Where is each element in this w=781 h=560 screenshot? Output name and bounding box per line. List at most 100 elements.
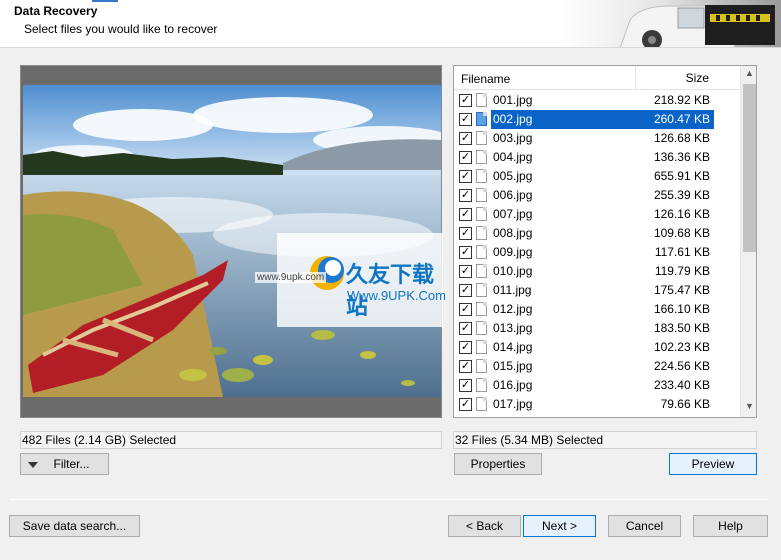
image-file-icon [476,150,487,164]
file-checkbox[interactable]: ✓ [459,151,472,164]
file-name: 007.jpg [493,207,533,221]
file-list-scrollbar[interactable]: ▲ ▼ [740,66,756,417]
properties-button[interactable]: Properties [454,453,542,475]
file-size: 166.10 KB [653,302,710,316]
file-list-row[interactable]: ✓ 014.jpg 102.23 KB [454,338,740,357]
file-list-row[interactable]: ✓ 006.jpg 255.39 KB [454,186,740,205]
file-size: 79.66 KB [660,397,710,411]
file-size: 233.40 KB [653,378,710,392]
file-list-row[interactable]: ✓ 013.jpg 183.50 KB [454,319,740,338]
file-checkbox[interactable]: ✓ [459,113,472,126]
image-file-icon [476,188,487,202]
file-checkbox[interactable]: ✓ [459,360,472,373]
image-file-icon [476,169,487,183]
filter-button[interactable]: Filter... [20,453,109,475]
file-checkbox[interactable]: ✓ [459,341,472,354]
file-name: 006.jpg [493,188,533,202]
file-name: 008.jpg [493,226,533,240]
file-list-row[interactable]: ✓ 004.jpg 136.36 KB [454,148,740,167]
scroll-up-arrow-icon[interactable]: ▲ [741,68,756,82]
cancel-button[interactable]: Cancel [608,515,681,537]
file-size: 260.47 KB [653,112,710,126]
total-selection-status: 482 Files (2.14 GB) Selected [20,431,442,449]
column-header-filename[interactable]: Filename [461,72,510,86]
file-checkbox[interactable]: ✓ [459,303,472,316]
file-list-row[interactable]: ✓ 001.jpg 218.92 KB [454,91,740,110]
back-button[interactable]: < Back [448,515,521,537]
file-checkbox[interactable]: ✓ [459,398,472,411]
watermark-url: Www.9UPK.Com [347,288,446,303]
file-size: 224.56 KB [653,359,710,373]
file-list-row[interactable]: ✓ 011.jpg 175.47 KB [454,281,740,300]
file-rows: ✓ 001.jpg 218.92 KB ✓ 002.jpg 260.47 KB ✓ 003.j… [454,91,740,414]
file-size: 102.23 KB [653,340,710,354]
image-file-icon [476,264,487,278]
file-size: 255.39 KB [653,188,710,202]
header-tab-indicator [92,0,118,2]
file-checkbox[interactable]: ✓ [459,265,472,278]
scroll-down-arrow-icon[interactable]: ▼ [741,401,756,415]
file-size: 119.79 KB [654,264,710,278]
image-file-icon [476,226,487,240]
help-button[interactable]: Help [693,515,768,537]
image-file-icon [476,283,487,297]
file-size: 109.68 KB [653,226,710,240]
file-list-row[interactable]: ✓ 015.jpg 224.56 KB [454,357,740,376]
file-checkbox[interactable]: ✓ [459,227,472,240]
file-checkbox[interactable]: ✓ [459,132,472,145]
header-car-illustration [560,0,781,47]
file-list-row[interactable]: ✓ 008.jpg 109.68 KB [454,224,740,243]
file-name: 014.jpg [493,340,533,354]
file-size: 117.61 KB [654,245,710,259]
file-size: 183.50 KB [653,321,710,335]
image-file-icon [476,207,487,221]
image-file-icon [476,359,487,373]
file-size: 655.91 KB [653,169,710,183]
save-data-search-button[interactable]: Save data search... [9,515,140,537]
file-checkbox[interactable]: ✓ [459,189,472,202]
wizard-header: Data Recovery Select files you would lik… [0,0,781,48]
file-name: 017.jpg [493,397,533,411]
file-size: 126.16 KB [653,207,710,221]
image-file-icon [476,340,487,354]
watermark-overlay: 久友下载站 Www.9UPK.Com www.9upk.com [255,233,446,327]
file-checkbox[interactable]: ✓ [459,208,472,221]
folder-selection-status: 32 Files (5.34 MB) Selected [453,431,757,449]
file-checkbox[interactable]: ✓ [459,379,472,392]
file-checkbox[interactable]: ✓ [459,170,472,183]
file-size: 136.36 KB [653,150,710,164]
preview-button[interactable]: Preview [669,453,757,475]
file-list-row[interactable]: ✓ 012.jpg 166.10 KB [454,300,740,319]
file-name: 009.jpg [493,245,533,259]
file-size: 218.92 KB [653,93,710,107]
file-name: 015.jpg [493,359,533,373]
file-list-row[interactable]: ✓ 010.jpg 119.79 KB [454,262,740,281]
file-list-row[interactable]: ✓ 007.jpg 126.16 KB [454,205,740,224]
scrollbar-thumb[interactable] [743,84,756,252]
file-checkbox[interactable]: ✓ [459,322,472,335]
file-list-row[interactable]: ✓ 002.jpg 260.47 KB [454,110,740,129]
file-size: 126.68 KB [653,131,710,145]
file-list-row[interactable]: ✓ 003.jpg 126.68 KB [454,129,740,148]
file-list-row[interactable]: ✓ 005.jpg 655.91 KB [454,167,740,186]
file-list-row[interactable]: ✓ 016.jpg 233.40 KB [454,376,740,395]
column-header-size[interactable]: Size [635,66,715,90]
file-list-row[interactable]: ✓ 017.jpg 79.66 KB [454,395,740,414]
file-checkbox[interactable]: ✓ [459,246,472,259]
page-subtitle: Select files you would like to recover [24,22,218,36]
next-button[interactable]: Next > [523,515,596,537]
file-name: 003.jpg [493,131,533,145]
image-file-icon [476,378,487,392]
image-file-icon [476,302,487,316]
watermark-side-text: www.9upk.com [255,272,327,283]
file-name: 004.jpg [493,150,533,164]
image-file-icon [476,131,487,145]
file-checkbox[interactable]: ✓ [459,284,472,297]
file-name: 010.jpg [493,264,533,278]
file-name: 016.jpg [493,378,533,392]
file-list[interactable]: Filename Size ✓ 001.jpg 218.92 KB ✓ 002.jpg 2… [453,65,757,418]
image-file-icon [476,93,487,107]
footer-divider [10,499,768,500]
file-list-row[interactable]: ✓ 009.jpg 117.61 KB [454,243,740,262]
file-checkbox[interactable]: ✓ [459,94,472,107]
